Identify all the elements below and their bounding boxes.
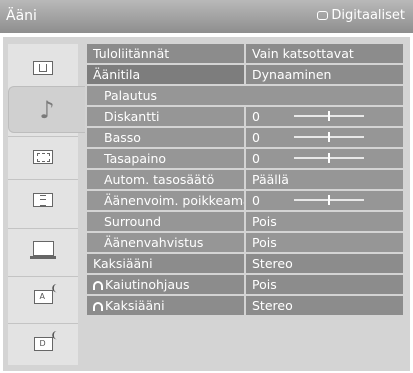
analog-tv-icon: A ❨	[33, 284, 58, 304]
row-label-text: Kaiutinohjaus	[105, 277, 190, 292]
row-label: Basso	[87, 128, 244, 147]
menu-row-balance[interactable]: Tasapaino 0	[87, 149, 403, 168]
menu-row-reset[interactable]: Palautus	[87, 86, 403, 105]
menu-row-sound-mode[interactable]: Äänitila Dynaaminen	[87, 65, 403, 84]
slider-knob[interactable]	[328, 132, 330, 142]
digital-letter: D	[39, 338, 46, 348]
row-label: Äänenvahvistus	[87, 233, 244, 252]
menu-row-speaker-control[interactable]: Kaiutinohjaus Pois	[87, 275, 403, 294]
row-value-text: 0	[252, 193, 260, 208]
row-value-text: 0	[252, 130, 260, 145]
row-value: Dynaaminen	[246, 65, 403, 84]
row-label-text: Kaksiääni	[105, 298, 165, 313]
balance-slider[interactable]	[294, 153, 364, 163]
row-value: Stereo	[246, 254, 403, 273]
slider-knob[interactable]	[328, 153, 330, 163]
row-label: Kaksiääni	[87, 254, 244, 273]
tab-pc[interactable]	[8, 228, 78, 268]
digital-label: Digitaaliset	[331, 8, 405, 23]
treble-slider[interactable]	[294, 111, 364, 121]
tv-menu-window: Ääni Digitaaliset ♪ A ❨ D ❨ Tuloliitännä…	[0, 0, 413, 373]
analog-letter: A	[39, 291, 45, 301]
row-value: 0	[246, 149, 403, 168]
menu-row-surround[interactable]: Surround Pois	[87, 212, 403, 231]
tab-sound[interactable]: ♪	[8, 86, 85, 133]
digital-tv-icon: D ❨	[33, 331, 58, 351]
tab-analog[interactable]: A ❨	[8, 276, 78, 316]
bass-slider[interactable]	[294, 132, 364, 142]
menu-title: Ääni	[6, 8, 37, 24]
row-label: Tuloliitännät	[87, 44, 244, 63]
digital-indicator: Digitaaliset	[317, 8, 405, 23]
row-label: Kaiutinohjaus	[87, 275, 244, 294]
headphones-icon	[93, 281, 103, 290]
digital-broadcast-icon	[317, 11, 329, 20]
row-value: Pois	[246, 233, 403, 252]
menu-row-headphone-dual-sound[interactable]: Kaksiääni Stereo	[87, 296, 403, 315]
row-label: Autom. tasosäätö	[87, 170, 244, 189]
pc-icon	[29, 241, 56, 259]
sidebar: ♪ A ❨ D ❨	[8, 44, 85, 365]
tab-picture[interactable]	[8, 48, 78, 87]
row-value: Stereo	[246, 296, 403, 315]
row-label: Äänenvoim. poikkeama	[87, 191, 244, 210]
row-label: Tasapaino	[87, 149, 244, 168]
row-value: Pois	[246, 275, 403, 294]
tab-settings[interactable]	[8, 179, 78, 219]
row-value: Pois	[246, 212, 403, 231]
slider-knob[interactable]	[328, 111, 330, 121]
screen-icon	[33, 149, 53, 164]
sound-note-icon: ♪	[39, 95, 55, 124]
sound-menu-list: Tuloliitännät Vain katsottavat Äänitila …	[87, 44, 403, 316]
menu-row-treble[interactable]: Diskantti 0	[87, 107, 403, 126]
row-value: 0	[246, 191, 403, 210]
volume-offset-slider[interactable]	[294, 195, 364, 205]
tab-digital[interactable]: D ❨	[8, 323, 78, 363]
menu-row-input-connections[interactable]: Tuloliitännät Vain katsottavat	[87, 44, 403, 63]
tab-screen[interactable]	[8, 136, 78, 176]
row-label: Palautus	[87, 86, 403, 105]
row-value: 0	[246, 128, 403, 147]
row-label: Äänitila	[87, 65, 244, 84]
settings-list-icon	[33, 192, 53, 207]
row-value-text: 0	[252, 109, 260, 124]
row-value-text: 0	[252, 151, 260, 166]
menu-row-sound-booster[interactable]: Äänenvahvistus Pois	[87, 233, 403, 252]
slider-knob[interactable]	[328, 195, 330, 205]
menu-row-dual-sound[interactable]: Kaksiääni Stereo	[87, 254, 403, 273]
headphones-icon	[93, 302, 103, 311]
row-value: Vain katsottavat	[246, 44, 403, 63]
row-label: Surround	[87, 212, 244, 231]
row-value: Päällä	[246, 170, 403, 189]
menu-row-bass[interactable]: Basso 0	[87, 128, 403, 147]
menu-row-auto-volume[interactable]: Autom. tasosäätö Päällä	[87, 170, 403, 189]
menu-row-volume-offset[interactable]: Äänenvoim. poikkeama 0	[87, 191, 403, 210]
title-bar: Ääni Digitaaliset	[0, 0, 413, 33]
row-label: Diskantti	[87, 107, 244, 126]
row-value: 0	[246, 107, 403, 126]
row-label: Kaksiääni	[87, 296, 244, 315]
picture-icon	[33, 60, 53, 75]
